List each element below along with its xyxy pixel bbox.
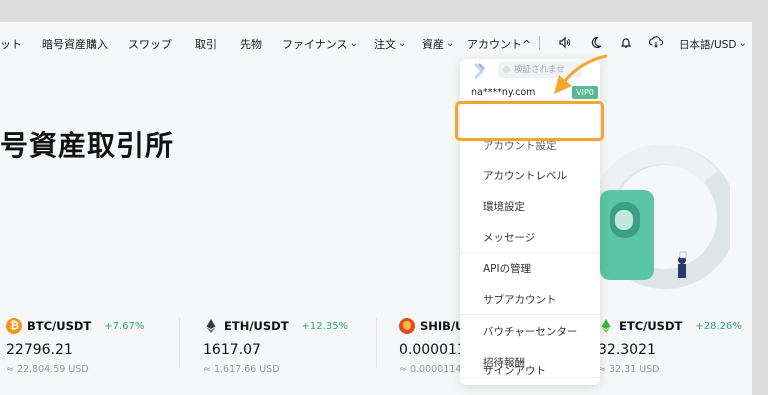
ticker-change: +28.26% bbox=[695, 320, 742, 332]
menu-divider bbox=[460, 252, 600, 253]
speaker-icon[interactable] bbox=[558, 36, 571, 52]
nav-buy-crypto[interactable]: 暗号資産購入 bbox=[42, 36, 108, 52]
ticker-usd-value: ≈ 0.0000114 bbox=[399, 364, 462, 375]
bell-icon[interactable] bbox=[620, 36, 632, 52]
nav-futures[interactable]: 先物 bbox=[240, 36, 262, 52]
shiba-icon bbox=[399, 318, 415, 334]
ticker-price: 32.3021 bbox=[598, 342, 656, 358]
menu-item-voucher-center[interactable]: バウチャーセンター bbox=[483, 324, 577, 339]
ticker-change: +12.35% bbox=[301, 320, 349, 332]
menu-item-api-management[interactable]: APIの管理 bbox=[483, 261, 531, 276]
highlight-box bbox=[455, 101, 604, 141]
ticker-btc[interactable]: ₿ BTC/USDT +7.67% 22796.21 ≈ 22,804.59 U… bbox=[6, 318, 144, 388]
menu-item-sub-accounts[interactable]: サブアカウント bbox=[483, 292, 557, 307]
ticker-usd-value: ≈ 22,804.59 USD bbox=[6, 364, 89, 375]
arrow-annotation bbox=[554, 54, 608, 94]
nav-assets[interactable]: 資産 bbox=[422, 36, 454, 52]
ticker-pair: ETC/USDT bbox=[619, 319, 683, 333]
menu-item-account-level[interactable]: アカウントレベル bbox=[483, 168, 567, 183]
ticker-pair: BTC/USDT bbox=[27, 319, 92, 333]
menu-item-messages[interactable]: メッセージ bbox=[483, 230, 535, 245]
ticker-change: +7.67% bbox=[104, 320, 145, 332]
ticker-etc[interactable]: ETC/USDT +28.26% 32.3021 ≈ 32.31 USD bbox=[598, 318, 742, 388]
account-email: na****ny.com bbox=[471, 87, 536, 98]
ticker-usd-value: ≈ 1,617.66 USD bbox=[203, 364, 280, 375]
top-nav: ット 暗号資産購入 スワップ 取引 先物 ファイナンス 注文 資産 アカウント^… bbox=[0, 22, 752, 66]
ticker-eth[interactable]: ETH/USDT +12.35% 1617.07 ≈ 1,617.66 USD bbox=[203, 318, 348, 388]
nav-divider bbox=[539, 36, 540, 50]
ethereum-classic-icon bbox=[598, 318, 614, 334]
menu-item-preferences[interactable]: 環境設定 bbox=[483, 199, 525, 214]
nav-swap[interactable]: スワップ bbox=[128, 36, 172, 52]
bitcoin-icon: ₿ bbox=[6, 318, 22, 334]
nav-account[interactable]: アカウント^ bbox=[467, 36, 531, 52]
language-currency-selector[interactable]: 日本語/USD bbox=[679, 37, 747, 52]
page-title: 号資産取引所 bbox=[0, 129, 175, 162]
ticker-price: 0.000011 bbox=[399, 342, 466, 358]
download-icon[interactable] bbox=[649, 36, 664, 52]
ticker-divider bbox=[179, 318, 180, 368]
nav-finance[interactable]: ファイナンス bbox=[282, 36, 358, 52]
ticker-divider bbox=[376, 318, 377, 368]
ticker-usd-value: ≈ 32.31 USD bbox=[598, 364, 660, 375]
ticker-shib[interactable]: SHIB/U 0.000011 ≈ 0.0000114 bbox=[399, 318, 466, 388]
ticker-pair: SHIB/U bbox=[420, 319, 465, 333]
avatar bbox=[472, 62, 486, 84]
app-frame: ット 暗号資産購入 スワップ 取引 先物 ファイナンス 注文 資産 アカウント^… bbox=[0, 22, 752, 395]
menu-divider bbox=[460, 314, 600, 315]
nav-market[interactable]: ット bbox=[0, 36, 22, 52]
menu-item-sign-out[interactable]: サインアウト bbox=[483, 363, 546, 378]
ticker-price: 1617.07 bbox=[203, 342, 261, 358]
ethereum-icon bbox=[203, 318, 219, 334]
nav-orders[interactable]: 注文 bbox=[374, 36, 406, 52]
moon-icon[interactable] bbox=[590, 36, 602, 52]
ticker-price: 22796.21 bbox=[6, 342, 73, 358]
nav-trade[interactable]: 取引 bbox=[195, 36, 217, 52]
ticker-pair: ETH/USDT bbox=[224, 319, 289, 333]
shield-icon bbox=[503, 66, 510, 73]
